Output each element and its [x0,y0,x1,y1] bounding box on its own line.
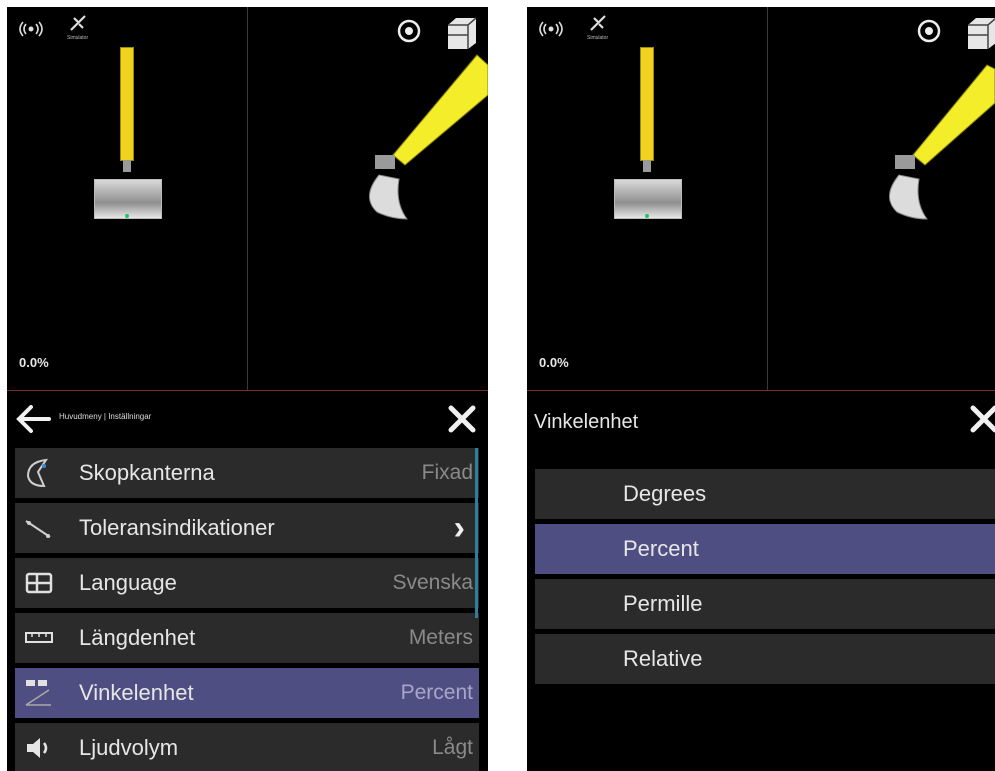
settings-panel: Huvudmeny | Inställningar Skopkanterna F… [7,391,488,771]
scrollbar[interactable] [475,448,478,618]
option-label: Degrees [623,481,707,506]
back-arrow-icon[interactable] [15,405,51,433]
menu-item-language[interactable]: Language Svenska [15,558,479,608]
angle-unit-dialog: Vinkelenhet Degrees Percent Permille Rel… [527,391,995,771]
settings-screen: Simulator 0.0% Huvudmeny | Inställningar… [7,7,488,771]
menu-item-langdenhet[interactable]: Längdenhet Meters [15,613,479,663]
panel-header: Huvudmeny | Inställningar [7,391,488,447]
menu-label: Vinkelenhet [79,680,194,705]
angle-unit-dialog-screen: Simulator 0.0% Vinkelenhet Degrees Perce… [527,7,995,771]
menu-item-vinkelenhet[interactable]: Vinkelenhet Percent [15,668,479,718]
chevron-right-icon: › [453,508,465,547]
close-icon[interactable] [447,404,477,434]
settings-menu-list: Skopkanterna Fixad Toleransindikationer … [15,448,479,771]
option-label: Relative [623,646,703,671]
machine-view: Simulator 0.0% [7,7,488,391]
angle-unit-options: Degrees Percent Permille Relative [535,469,995,689]
menu-value: Svenska [392,571,473,594]
menu-item-skopkanterna[interactable]: Skopkanterna Fixad [15,448,479,498]
option-label: Percent [623,536,699,561]
menu-label: Ljudvolym [79,735,179,760]
volume-icon [19,733,59,763]
menu-item-ljudvolym[interactable]: Ljudvolym Lågt [15,723,479,771]
close-icon[interactable] [969,404,995,434]
menu-label: Language [79,570,177,595]
arm-side-view [369,54,488,220]
dialog-title: Vinkelenhet [534,411,639,433]
menu-value: Meters [408,626,473,649]
arm-side-view [889,64,995,220]
grade-readout: 0.0% [19,355,49,370]
option-relative[interactable]: Relative [535,634,995,684]
machine-view: Simulator 0.0% [527,7,995,391]
option-permille[interactable]: Permille [535,579,995,629]
length-unit-icon [19,623,59,653]
menu-value: Percent [400,681,473,704]
language-icon [19,568,59,598]
angle-unit-icon [19,678,59,708]
option-label: Permille [623,591,703,616]
menu-item-toleransindikationer[interactable]: Toleransindikationer › [15,503,479,553]
menu-label: Skopkanterna [79,460,215,485]
menu-value: Fixad [421,461,473,484]
menu-label: Längdenhet [79,625,196,650]
menu-value: Lågt [432,736,473,759]
breadcrumb: Huvudmeny | Inställningar [59,412,152,421]
option-degrees[interactable]: Degrees [535,469,995,519]
menu-label: Toleransindikationer [79,515,275,540]
bucket-edge-icon [19,458,59,488]
grade-readout: 0.0% [539,355,569,370]
option-percent[interactable]: Percent [535,524,995,574]
tolerance-icon [19,513,59,543]
